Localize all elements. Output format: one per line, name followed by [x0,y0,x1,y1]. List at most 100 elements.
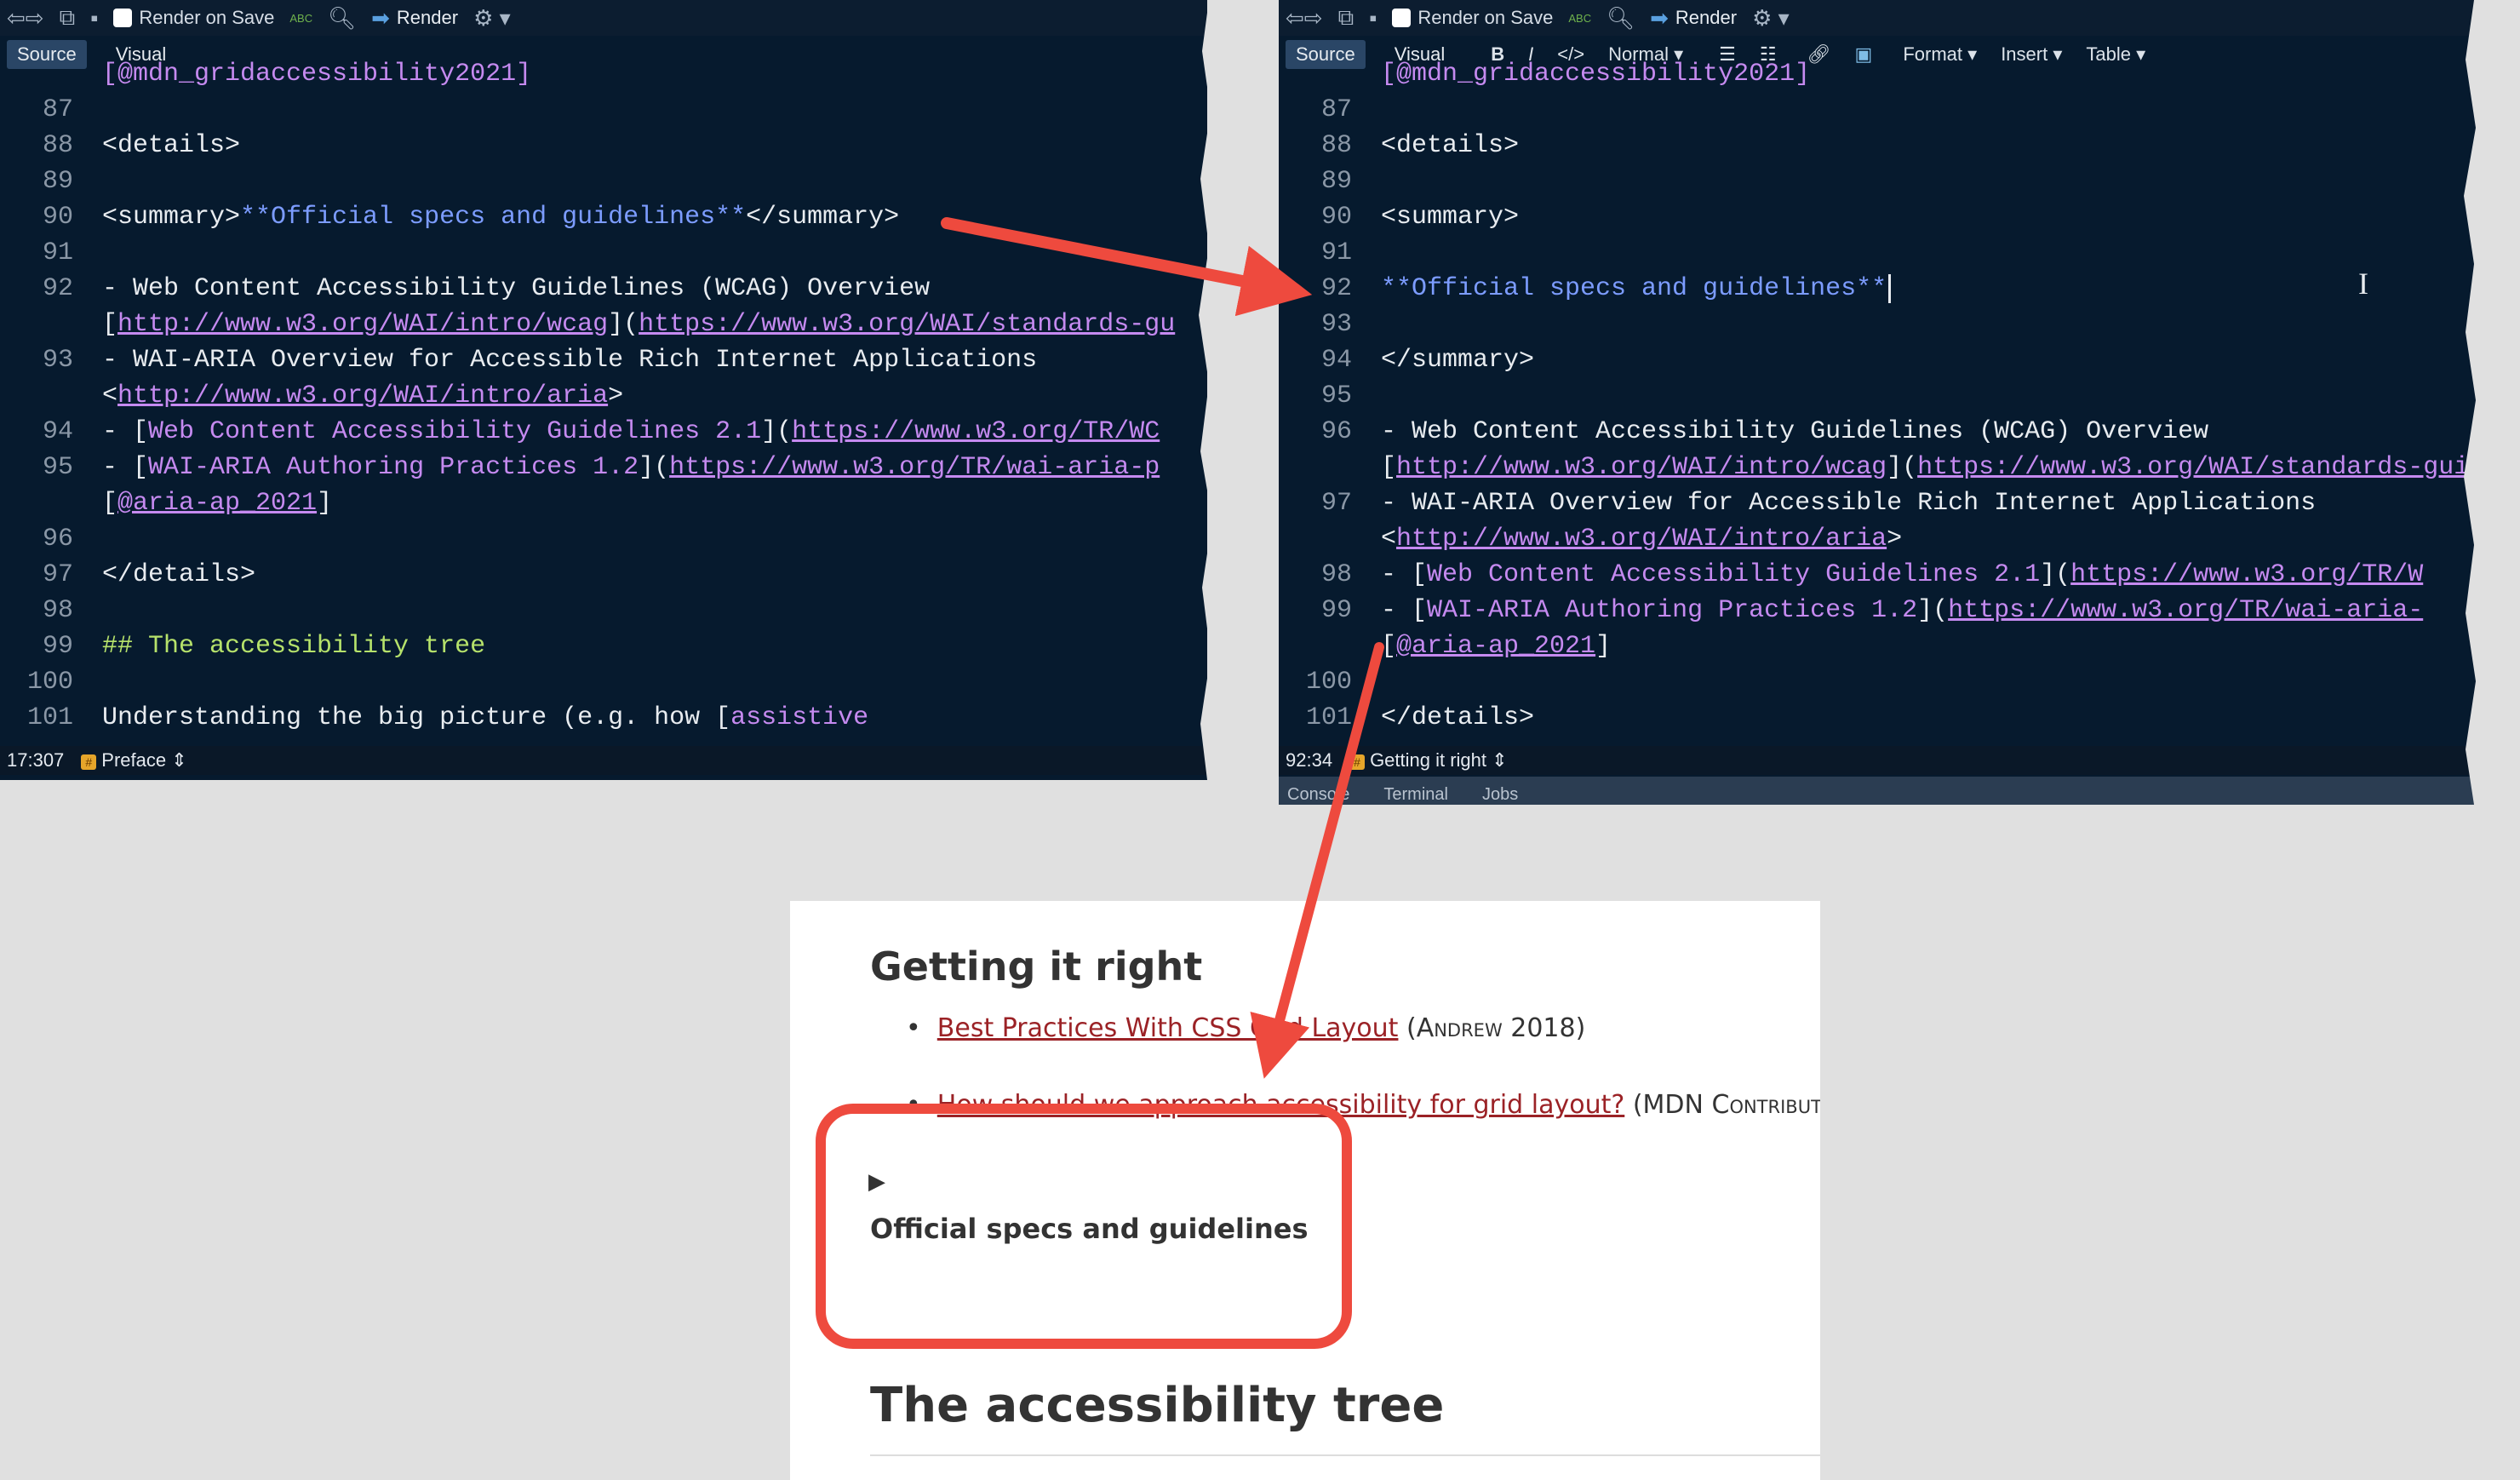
text-segment: WAI-ARIA Authoring Practices 1.2 [1427,596,1918,625]
citation: (Andrew 2018) [1406,1013,1586,1043]
line-text: [@mdn_gridaccessibility2021] [102,60,532,89]
text-segment: https://www.w3.org/TR/WC [792,417,1160,446]
line-number: 91 [1320,238,1352,267]
checkbox-box[interactable] [113,9,133,27]
text-segment: http://www.w3.org/WAI/intro/aria [1396,525,1887,554]
search-icon[interactable]: 🔍︎ [328,5,356,32]
text-segment: Understanding the big picture (e.g. how … [102,703,731,732]
text-segment: https://www.w3.org/TR/W [2070,560,2424,589]
render-label: Render [396,7,459,28]
render-button[interactable]: ➡ Render [371,5,458,32]
render-on-save-label: Render on Save [1418,7,1554,28]
line-number: 94 [42,417,73,446]
line-number: 87 [42,95,73,124]
text-segment: https://www.w3.org/WAI/standards-gui [1917,453,2470,482]
line-number: 88 [1320,131,1352,160]
line-number: 97 [1320,489,1352,518]
tab-console[interactable]: Console [1287,785,1349,805]
disclosure-triangle-icon[interactable]: ▶ [868,1168,885,1195]
back-forward-icon[interactable]: ⇦⇨ [7,5,44,32]
format-menu[interactable]: Format ▾ [1903,43,1977,66]
text-segment: Web Content Accessibility Guidelines 2.1 [148,417,762,446]
line-number: 92 [42,274,73,303]
render-button[interactable]: ➡ Render [1650,5,1737,32]
line-number: 101 [26,703,73,732]
show-in-window-icon[interactable]: ⧉ [60,4,76,32]
save-icon[interactable]: ▪ [1369,5,1377,32]
line-number: 93 [42,346,73,375]
text-segment: WAI-ARIA Authoring Practices 1.2 [148,453,639,482]
tab-source[interactable]: Source [7,40,87,69]
line-text: <details> [1381,131,1520,160]
text-segment: http://www.w3.org/WAI/intro/wcag [117,310,609,339]
text-segment: < [102,381,118,410]
tab-source[interactable]: Source [1286,40,1366,69]
line-text: [http://www.w3.org/WAI/intro/wcag](https… [1381,450,2469,485]
line-number: 99 [42,632,73,661]
gear-icon[interactable]: ⚙ ▾ [473,5,511,32]
section-selector[interactable]: # Getting it right ⇕ [1349,749,1508,772]
text-segment: @aria-ap_2021 [117,489,318,518]
section-label: Preface [101,749,167,771]
checkbox-box[interactable] [1392,9,1412,27]
line-text: <http://www.w3.org/WAI/intro/aria> [1381,521,1902,557]
spellcheck-icon[interactable]: ABC [289,12,312,25]
line-number: 90 [1320,203,1352,232]
line-number: 99 [1320,596,1352,625]
line-number: 94 [1320,346,1352,375]
text-segment: [ [102,310,118,339]
render-icon: ➡ [1650,4,1669,31]
line-number: 95 [42,453,73,482]
section-selector[interactable]: # Preface ⇕ [81,749,187,772]
line-number: 89 [42,167,73,196]
status-bar: 92:34 # Getting it right ⇕ [1279,746,2476,775]
line-number: 100 [26,668,73,697]
text-segment: https://www.w3.org/WAI/standards-gu [639,310,1176,339]
list-item: • How should we approach accessibility f… [906,1090,1820,1120]
section-heading: Getting it right [870,944,1203,990]
line-number: 93 [1320,310,1352,339]
reference-link[interactable]: How should we approach accessibility for… [937,1090,1625,1120]
details-summary[interactable]: Official specs and guidelines [870,1213,1309,1245]
text-segment: </summary> [746,203,900,232]
back-forward-icon[interactable]: ⇦⇨ [1286,5,1323,32]
line-text: - [WAI-ARIA Authoring Practices 1.2](htt… [1381,593,2423,628]
text-cursor [1888,274,1892,303]
text-segment: > [1887,525,1903,554]
text-segment: ] [1595,632,1612,661]
render-on-save-checkbox[interactable]: Render on Save [113,7,274,29]
text-segment: ]( [608,310,639,339]
line-number: 98 [42,596,73,625]
spellcheck-icon[interactable]: ABC [1568,12,1591,25]
table-menu[interactable]: Table ▾ [2086,43,2145,66]
reference-link[interactable]: Best Practices With CSS Grid Layout [937,1013,1399,1043]
show-in-window-icon[interactable]: ⧉ [1338,4,1354,32]
line-number: 98 [1320,560,1352,589]
insert-label: Insert [2001,43,2048,65]
text-segment: ]( [1917,596,1949,625]
bottom-pane-tabs: Console Terminal Jobs [1279,777,2476,805]
save-icon[interactable]: ▪ [90,5,98,32]
line-text: - [WAI-ARIA Authoring Practices 1.2](htt… [102,450,1160,485]
line-text: - WAI-ARIA Overview for Accessible Rich … [102,346,1038,375]
search-icon[interactable]: 🔍︎ [1606,5,1635,32]
line-number: 100 [1305,668,1352,697]
insert-menu[interactable]: Insert ▾ [2001,43,2062,66]
text-segment: assistive [730,703,869,732]
text-segment: - [ [1381,560,1428,589]
line-text: - [Web Content Accessibility Guidelines … [102,414,1160,450]
cursor-position: 92:34 [1286,749,1333,771]
link-icon[interactable]: 🔗︎ [1807,43,1831,66]
image-icon[interactable]: ▣ [1855,43,1873,66]
text-segment: https://www.w3.org/TR/wai-aria-p [669,453,1160,482]
render-on-save-checkbox[interactable]: Render on Save [1392,7,1553,29]
cursor-position: 17:307 [7,749,65,771]
line-text: **Official specs and guidelines** [1381,271,1892,307]
tab-jobs[interactable]: Jobs [1482,785,1518,805]
format-label: Format [1903,43,1963,65]
line-number: 96 [1320,417,1352,446]
tab-terminal[interactable]: Terminal [1383,785,1448,805]
line-number: 91 [42,238,73,267]
gear-icon[interactable]: ⚙ ▾ [1752,5,1790,32]
text-segment: < [1381,525,1397,554]
